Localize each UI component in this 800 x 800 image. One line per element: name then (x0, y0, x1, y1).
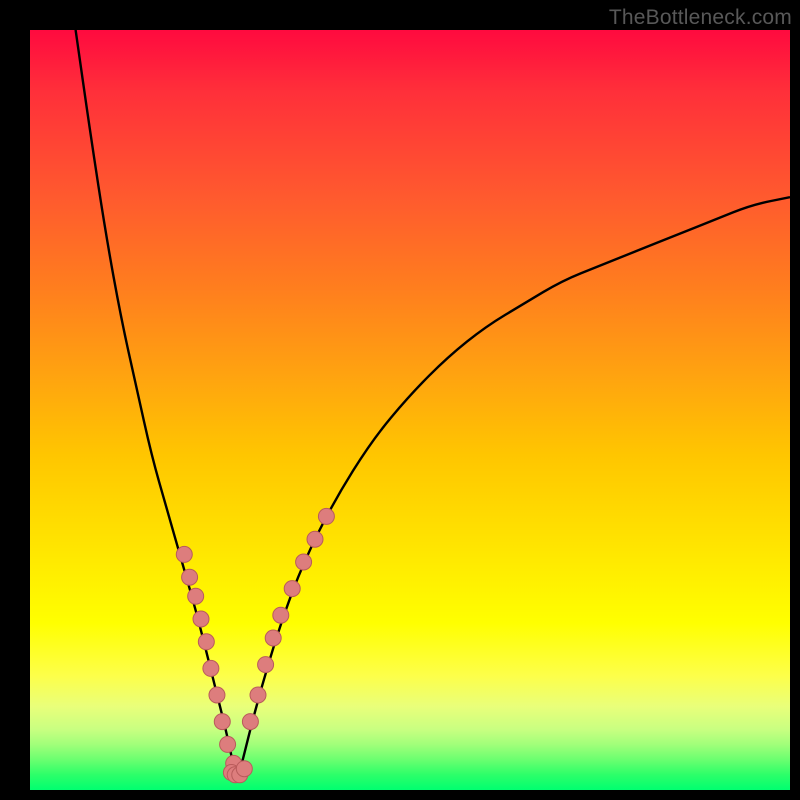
curve-right (239, 197, 790, 775)
right-branch-dots-pt (296, 554, 312, 570)
right-branch-dots-pt (284, 581, 300, 597)
plot-area (30, 30, 790, 790)
attribution-label: TheBottleneck.com (609, 6, 792, 30)
left-branch-dots-pt (209, 687, 225, 703)
right-branch-dots-pt (265, 630, 281, 646)
left-branch-dots-pt (188, 588, 204, 604)
right-branch-dots-pt (258, 657, 274, 673)
left-branch-dots-pt (193, 611, 209, 627)
left-branch-dots-pt (182, 569, 198, 585)
right-branch-dots-pt (307, 531, 323, 547)
right-branch-dots-pt (250, 687, 266, 703)
chart-stage: TheBottleneck.com (0, 0, 800, 800)
left-branch-dots-pt (203, 660, 219, 676)
valley-dots-pt (236, 761, 252, 777)
right-branch-dots-pt (318, 508, 334, 524)
left-branch-dots-pt (220, 736, 236, 752)
chart-svg (30, 30, 790, 790)
left-branch-dots-pt (214, 714, 230, 730)
right-branch-dots-pt (273, 607, 289, 623)
right-branch-dots-pt (242, 714, 258, 730)
left-branch-dots-pt (198, 634, 214, 650)
left-branch-dots-pt (176, 546, 192, 562)
